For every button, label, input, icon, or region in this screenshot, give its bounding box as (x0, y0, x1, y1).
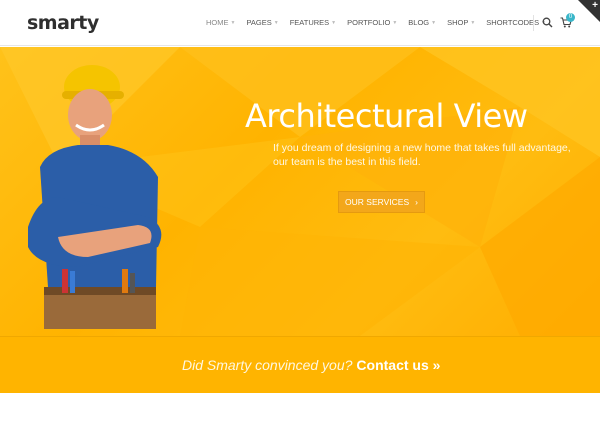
nav-item-features[interactable]: FEATURES ▼ (290, 18, 336, 30)
nav-label: FEATURES (289, 18, 330, 27)
main-nav: HOME ▼ PAGES ▼ FEATURES ▼ PORTFOLIO ▼ BLOG ▼ … (206, 18, 557, 30)
nav-divider (533, 15, 534, 31)
site-logo[interactable]: smarty (27, 12, 99, 34)
worker-illustration (28, 65, 162, 329)
nav-item-shortcodes[interactable]: SHORTCODES ▼ (486, 18, 546, 30)
chevron-down-icon: ▼ (470, 20, 476, 26)
hero-description-line: If you dream of designing a new home tha… (273, 142, 571, 154)
chevron-down-icon: ▼ (392, 20, 398, 26)
hero-description-line: our team is the best in this field. (273, 156, 421, 168)
nav-label: HOME (206, 18, 229, 27)
chevron-down-icon: ▼ (273, 20, 279, 26)
call-to-action-bar: Did Smarty convinced you? Contact us » (0, 336, 600, 393)
chevron-down-icon: ▼ (331, 20, 337, 26)
hero-title: Architectural View (245, 97, 528, 135)
nav-item-blog[interactable]: BLOG ▼ (408, 18, 436, 30)
chevron-down-icon: ▼ (230, 20, 236, 26)
hero-slider: Architectural View If you dream of desig… (0, 47, 600, 336)
nav-label: BLOG (408, 18, 430, 27)
nav-item-shop[interactable]: SHOP ▼ (447, 18, 475, 30)
chevron-right-icon: › (415, 197, 418, 207)
contact-us-link[interactable]: Contact us » (356, 357, 440, 373)
site-header: smarty HOME ▼ PAGES ▼ FEATURES ▼ PORTFOLIO ▼… (0, 0, 600, 46)
button-label: OUR SERVICES (345, 197, 410, 207)
plus-icon[interactable]: + (592, 0, 598, 11)
nav-item-home[interactable]: HOME ▼ (206, 18, 235, 30)
nav-item-pages[interactable]: PAGES ▼ (246, 18, 278, 30)
cta-text: Did Smarty convinced you? (182, 357, 353, 373)
nav-label: PAGES (246, 18, 272, 27)
our-services-button[interactable]: OUR SERVICES › (338, 191, 425, 213)
chevron-down-icon: ▼ (431, 20, 437, 26)
nav-label: PORTFOLIO (347, 18, 391, 27)
nav-item-portfolio[interactable]: PORTFOLIO ▼ (347, 18, 397, 30)
page-footer-area (0, 393, 600, 430)
nav-label: SHOP (447, 18, 469, 27)
search-icon[interactable] (542, 17, 553, 28)
cta-message: Did Smarty convinced you? Contact us » (182, 357, 440, 373)
nav-label: SHORTCODES (486, 18, 540, 27)
cart-count-badge: 0 (566, 13, 575, 22)
